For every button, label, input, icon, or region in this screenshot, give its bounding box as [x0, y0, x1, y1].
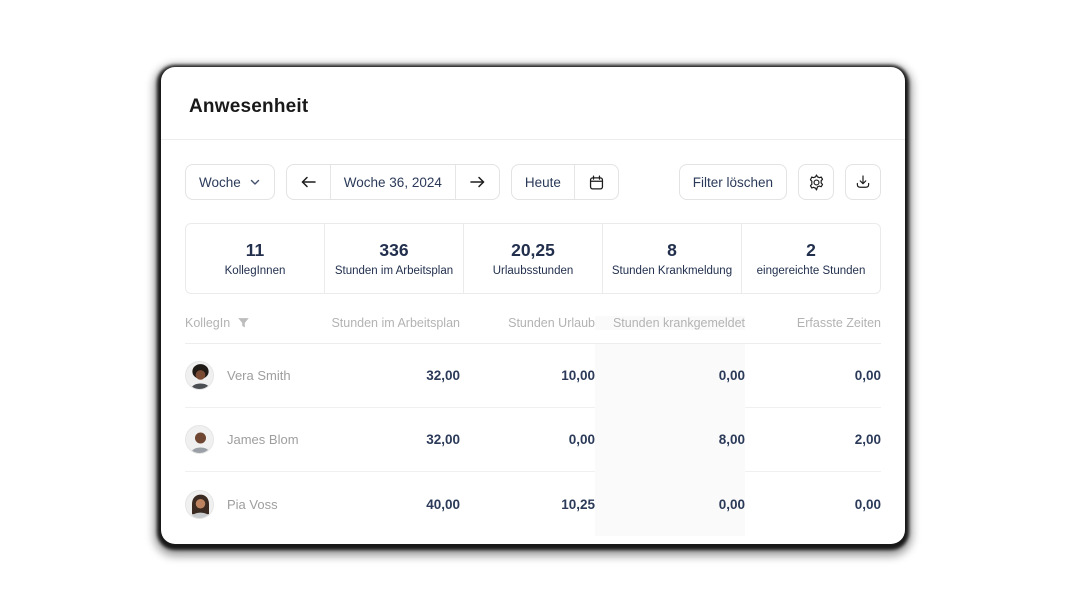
stat-sick-hours: 8 Stunden Krankmeldung: [602, 224, 741, 293]
cell-vacation-hours: 10,00: [561, 368, 595, 383]
stat-label: Stunden im Arbeitsplan: [334, 265, 454, 277]
column-header-colleague[interactable]: KollegIn: [185, 316, 310, 330]
chevron-down-icon: [249, 176, 261, 188]
stat-colleagues: 11 KollegInnen: [186, 224, 324, 293]
toolbar: Woche Woche 36, 2024 Heute Filter lösche…: [185, 164, 881, 200]
stat-label: Urlaubsstunden: [492, 265, 574, 277]
calendar-picker-button[interactable]: [573, 165, 618, 199]
employee-name: Pia Voss: [227, 496, 278, 512]
column-header-sick: Stunden krankgemeldet: [595, 316, 745, 330]
cell-sick-hours: 0,00: [595, 472, 745, 536]
period-select-label: Woche: [199, 174, 241, 190]
table-row[interactable]: James Blom 32,00 0,00 8,00 2,00: [185, 407, 881, 472]
colleague-cell: Vera Smith: [185, 361, 310, 390]
period-select[interactable]: Woche: [185, 164, 275, 200]
arrow-right-icon: [469, 175, 486, 189]
gear-icon: [807, 173, 826, 192]
avatar: [185, 361, 214, 390]
stat-value: 11: [245, 240, 265, 260]
employee-name: Vera Smith: [227, 368, 291, 383]
download-icon: [854, 173, 872, 191]
cell-vacation-hours: 10,25: [561, 496, 595, 512]
colleague-cell: Pia Voss: [185, 489, 310, 519]
colleague-cell: James Blom: [185, 425, 310, 454]
column-header-planned: Stunden im Arbeitsplan: [331, 316, 460, 330]
employee-name: James Blom: [227, 432, 299, 447]
current-week-label[interactable]: Woche 36, 2024: [329, 165, 455, 199]
stat-label: Stunden Krankmeldung: [611, 265, 733, 277]
stat-value: 336: [379, 240, 409, 260]
stat-value: 20,25: [511, 240, 555, 260]
stat-label: eingereichte Stunden: [756, 265, 866, 277]
page-title: Anwesenheit: [189, 96, 309, 117]
column-header-tracked: Erfasste Zeiten: [796, 316, 881, 330]
next-week-button[interactable]: [454, 165, 499, 199]
cell-planned-hours: 32,00: [426, 432, 460, 447]
attendance-card: Anwesenheit Woche Woche 36, 2024 Heute F…: [161, 67, 905, 544]
cell-vacation-hours: 0,00: [568, 432, 595, 447]
stat-label: KollegInnen: [224, 265, 286, 277]
page-background: Anwesenheit Woche Woche 36, 2024 Heute F…: [0, 0, 1066, 614]
cell-tracked-hours: 0,00: [854, 368, 881, 383]
avatar: [185, 489, 214, 519]
filter-funnel-icon[interactable]: [237, 317, 250, 329]
stat-submitted-hours: 2 eingereichte Stunden: [741, 224, 880, 293]
arrow-left-icon: [300, 175, 317, 189]
table-row[interactable]: Vera Smith 32,00 10,00 0,00 0,00: [185, 343, 881, 408]
stat-value: 8: [667, 240, 677, 260]
week-navigator: Woche 36, 2024: [285, 164, 500, 200]
cell-tracked-hours: 0,00: [854, 496, 881, 512]
today-button-group: Heute: [510, 164, 619, 200]
settings-button[interactable]: [798, 164, 834, 200]
today-button[interactable]: Heute: [512, 165, 574, 199]
stats-bar: 11 KollegInnen 336 Stunden im Arbeitspla…: [185, 223, 881, 294]
prev-week-button[interactable]: [287, 165, 330, 199]
table-header: KollegIn Stunden im Arbeitsplan Stunden …: [185, 316, 881, 344]
cell-sick-hours: 8,00: [595, 407, 745, 472]
card-header: Anwesenheit: [161, 67, 905, 140]
attendance-table: KollegIn Stunden im Arbeitsplan Stunden …: [185, 316, 881, 536]
table-row[interactable]: Pia Voss 40,00 10,25 0,00 0,00: [185, 472, 881, 536]
column-header-vacation: Stunden Urlaub: [508, 316, 595, 330]
stat-planned-hours: 336 Stunden im Arbeitsplan: [324, 224, 463, 293]
calendar-icon: [588, 174, 605, 191]
export-button[interactable]: [845, 164, 881, 200]
cell-planned-hours: 40,00: [426, 496, 460, 512]
cell-planned-hours: 32,00: [426, 368, 460, 383]
cell-sick-hours: 0,00: [595, 343, 745, 408]
avatar: [185, 425, 214, 454]
clear-filter-button[interactable]: Filter löschen: [678, 164, 787, 200]
cell-tracked-hours: 2,00: [854, 432, 881, 447]
stat-vacation-hours: 20,25 Urlaubsstunden: [463, 224, 602, 293]
stat-value: 2: [806, 240, 816, 260]
